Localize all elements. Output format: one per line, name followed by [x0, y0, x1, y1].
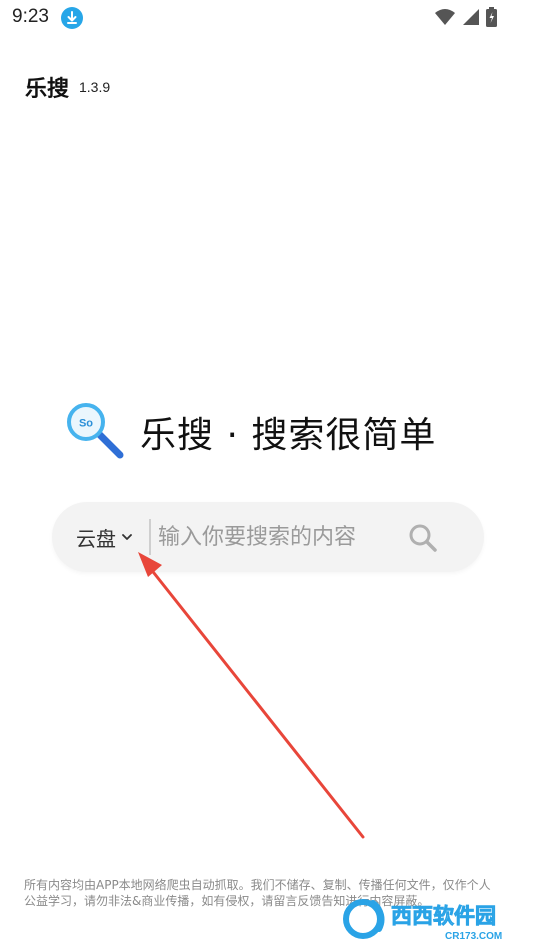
watermark-sub: CR173.COM: [445, 931, 502, 942]
search-icon[interactable]: [407, 522, 439, 554]
category-label: 云盘: [76, 526, 116, 551]
watermark-text: 西西软件园: [391, 904, 496, 928]
status-icons: [434, 7, 497, 27]
chevron-down-icon: [122, 534, 132, 540]
magnifier-icon: So: [67, 403, 124, 459]
wifi-icon: [435, 9, 455, 25]
search-bar: 云盘: [52, 502, 484, 572]
search-divider: [149, 519, 151, 555]
signal-icon: [463, 9, 479, 25]
download-icon: [61, 7, 83, 29]
status-bar: 9:23: [0, 0, 535, 36]
battery-icon: [486, 7, 497, 27]
status-time: 9:23: [12, 6, 49, 27]
app-version: 1.3.9: [79, 79, 111, 95]
watermark-logo: 西西软件园 CR173.COM: [343, 899, 502, 942]
app-title: 乐搜: [25, 77, 70, 102]
category-dropdown[interactable]: 云盘: [76, 522, 134, 552]
logo-text: So: [79, 418, 93, 430]
slogan: 乐搜 · 搜索很简单: [140, 415, 437, 456]
search-input[interactable]: [158, 517, 398, 557]
annotation-arrow: [138, 552, 365, 839]
